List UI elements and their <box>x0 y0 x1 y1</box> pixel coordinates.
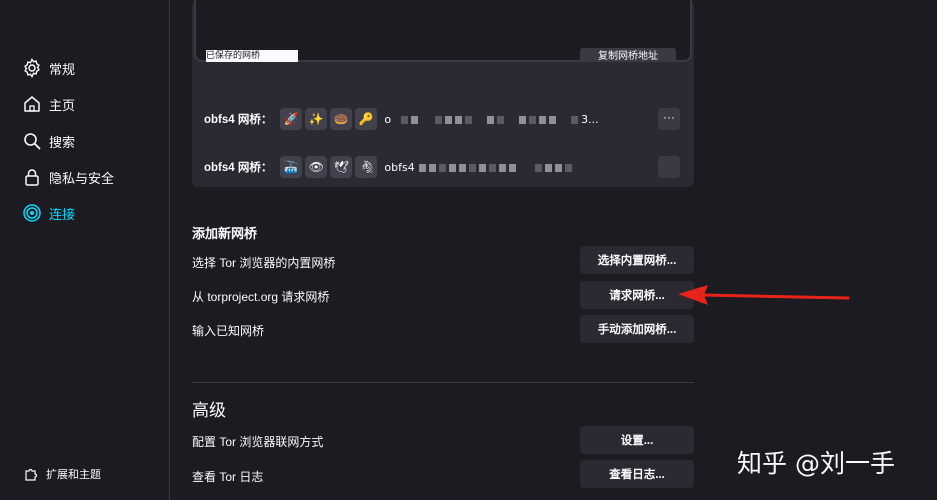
section-divider <box>192 382 694 383</box>
known-bridge-label: 输入已知网桥 <box>192 324 265 338</box>
connection-settings-button[interactable]: 设置... <box>580 426 694 454</box>
redacted-block <box>418 163 426 172</box>
bridge-row: obfs4 网桥： 🚀 ✨ 🍩 🔑 o 3... <box>204 107 599 131</box>
bridge-type-label: obfs4 网桥： <box>204 162 273 174</box>
sidebar-item-extensions[interactable]: 扩展和主题 <box>24 466 101 482</box>
select-builtin-bridge-button[interactable]: 选择内置网桥... <box>580 246 694 274</box>
bridge-row: obfs4 网桥： 🚠 👁 🕊 🦓 obfs4 <box>204 155 575 179</box>
sidebar-item-general[interactable]: 常规 <box>22 56 75 80</box>
sparkles-icon: ✨ <box>305 108 328 130</box>
request-bridge-label: 从 torproject.org 请求网桥 <box>192 290 330 304</box>
red-arrow-annotation <box>678 285 850 305</box>
connection-icon <box>23 204 41 222</box>
redacted-block <box>435 115 443 124</box>
gear-icon <box>24 58 40 78</box>
advanced-heading: 高级 <box>192 401 226 420</box>
add-bridge-manually-button[interactable]: 手动添加网桥... <box>580 315 694 343</box>
sidebar-item-home[interactable]: 主页 <box>22 92 75 116</box>
sidebar-item-label: 搜索 <box>49 134 76 150</box>
view-logs-button[interactable]: 查看日志... <box>580 460 694 488</box>
redacted-block <box>539 115 547 124</box>
rocket-icon: 🚀 <box>280 108 303 130</box>
dove-icon: 🕊 <box>330 156 353 178</box>
redacted-block <box>428 163 436 172</box>
zebra-icon: 🦓 <box>355 156 378 178</box>
watermark: 知乎 @刘一手 <box>737 449 895 478</box>
redacted-block <box>468 163 476 172</box>
redacted-block <box>478 163 486 172</box>
tor-log-label: 查看 Tor 日志 <box>192 470 264 484</box>
sidebar-item-label: 扩展和主题 <box>46 469 101 481</box>
sidebar-item-label: 连接 <box>49 206 76 222</box>
donut-icon: 🍩 <box>330 108 353 130</box>
redacted-block <box>534 163 542 172</box>
redacted-block <box>498 163 506 172</box>
redacted-block <box>445 115 453 124</box>
key-icon: 🔑 <box>355 108 378 130</box>
redacted-block <box>488 163 496 172</box>
redacted-block <box>497 115 505 124</box>
redacted-block <box>411 115 419 124</box>
copy-bridge-button[interactable]: 复制网桥地址 <box>580 48 676 62</box>
bridge-address-prefix: o <box>384 112 392 126</box>
bridge-options-button[interactable]: ··· <box>658 108 680 130</box>
configure-connection-label: 配置 Tor 浏览器联网方式 <box>192 435 324 449</box>
redacted-block <box>465 115 473 124</box>
redacted-block <box>508 163 516 172</box>
bridge-qr-card: 已保存的网桥 复制网桥地址 <box>194 0 692 62</box>
bridge-type-label: obfs4 网桥： <box>204 114 273 126</box>
eye-icon: 👁 <box>305 156 328 178</box>
search-icon <box>24 133 41 150</box>
home-icon <box>24 96 40 112</box>
bridge-address-suffix: 3... <box>581 112 599 126</box>
bridge-options-button[interactable] <box>658 156 680 178</box>
redacted-block <box>455 115 463 124</box>
bridge-address: obfs4 <box>384 161 574 174</box>
cable-car-icon: 🚠 <box>280 156 303 178</box>
redacted-block <box>549 115 557 124</box>
redacted-block <box>571 115 579 124</box>
sidebar-item-label: 常规 <box>49 61 76 77</box>
sidebar-item-search[interactable]: 搜索 <box>22 129 75 153</box>
sidebar: 常规 主页 搜索 隐私与安全 连接 扩展和主题 <box>0 0 170 500</box>
lock-icon <box>25 169 39 186</box>
bridge-address-prefix: obfs4 <box>384 160 415 174</box>
sidebar-item-privacy[interactable]: 隐私与安全 <box>22 165 114 189</box>
puzzle-icon <box>25 468 38 481</box>
sidebar-item-connection[interactable]: 连接 <box>22 201 75 225</box>
redacted-block <box>448 163 456 172</box>
saved-bridges-label: 已保存的网桥 <box>206 50 298 62</box>
sidebar-item-label: 主页 <box>49 97 76 113</box>
add-bridge-heading: 添加新网桥 <box>192 226 258 241</box>
redacted-block <box>544 163 552 172</box>
redacted-block <box>401 115 409 124</box>
redacted-block <box>554 163 562 172</box>
sidebar-item-label: 隐私与安全 <box>49 170 115 186</box>
redacted-block <box>438 163 446 172</box>
redacted-block <box>529 115 537 124</box>
redacted-block <box>519 115 527 124</box>
builtin-bridge-label: 选择 Tor 浏览器的内置网桥 <box>192 256 336 270</box>
bridge-address: o 3... <box>384 113 598 126</box>
redacted-block <box>564 163 572 172</box>
redacted-block <box>458 163 466 172</box>
redacted-block <box>487 115 495 124</box>
